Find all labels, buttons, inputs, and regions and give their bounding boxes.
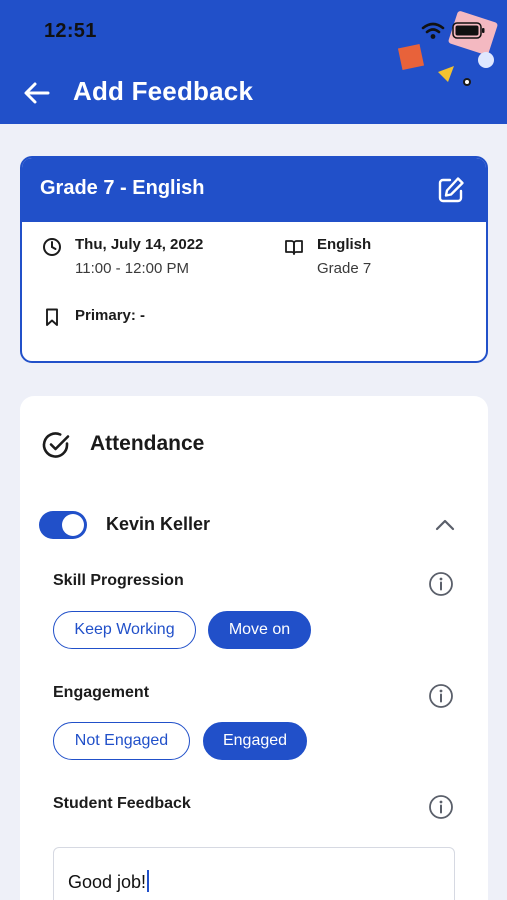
lesson-primary: Primary: - [75, 307, 145, 324]
back-arrow-icon[interactable] [22, 78, 52, 108]
lesson-primary-label: Primary: - [75, 307, 146, 324]
not-engaged-button[interactable]: Not Engaged [53, 722, 190, 760]
book-icon [285, 240, 303, 255]
student-name: Kevin Keller [106, 514, 211, 534]
lesson-time: 11:00 - 12:00 PM [75, 260, 189, 277]
decorative-shapes [397, 11, 498, 86]
keep-working-button[interactable]: Keep Working [53, 611, 196, 649]
feedback-text: Good job! [68, 872, 147, 892]
battery-icon [452, 22, 485, 39]
page-title: Add Feedback [73, 76, 254, 106]
info-icon[interactable] [428, 683, 454, 709]
info-icon[interactable] [428, 571, 454, 597]
lesson-subject: English [317, 236, 372, 253]
lesson-grade: Grade 7 [317, 260, 372, 277]
lesson-subject-block: English Grade 7 [317, 236, 371, 277]
attendance-toggle[interactable] [39, 511, 87, 539]
student-feedback-input[interactable]: Good job! [53, 847, 455, 900]
lesson-date: Thu, July 14, 2022 [75, 236, 204, 253]
engagement-label: Engagement [53, 684, 150, 701]
edit-icon[interactable] [436, 175, 466, 205]
toggle-knob [62, 514, 84, 536]
student-feedback-label: Student Feedback [53, 795, 191, 812]
info-icon[interactable] [428, 794, 454, 820]
text-caret [147, 870, 150, 892]
app-header: 12:51 Add Feedback [0, 0, 507, 124]
lesson-datetime: Thu, July 14, 2022 11:00 - 12:00 PM [75, 236, 203, 277]
attendance-card: Attendance Kevin Keller Skill Progressio… [20, 396, 488, 900]
move-on-button[interactable]: Move on [208, 611, 311, 649]
status-time: 12:51 [44, 20, 97, 42]
clock-icon [43, 238, 61, 256]
check-circle-icon [42, 432, 70, 458]
engaged-button[interactable]: Engaged [203, 722, 307, 760]
skill-progression-label: Skill Progression [53, 572, 184, 589]
lesson-title: Grade 7 - English [40, 177, 205, 199]
bookmark-icon [46, 308, 58, 326]
lesson-card-header: Grade 7 - English [22, 158, 486, 222]
lesson-card: Grade 7 - English Thu, July 14, 2022 11:… [20, 156, 488, 363]
attendance-title: Attendance [90, 432, 205, 455]
wifi-icon [421, 22, 445, 39]
chevron-up-icon[interactable] [434, 514, 456, 536]
